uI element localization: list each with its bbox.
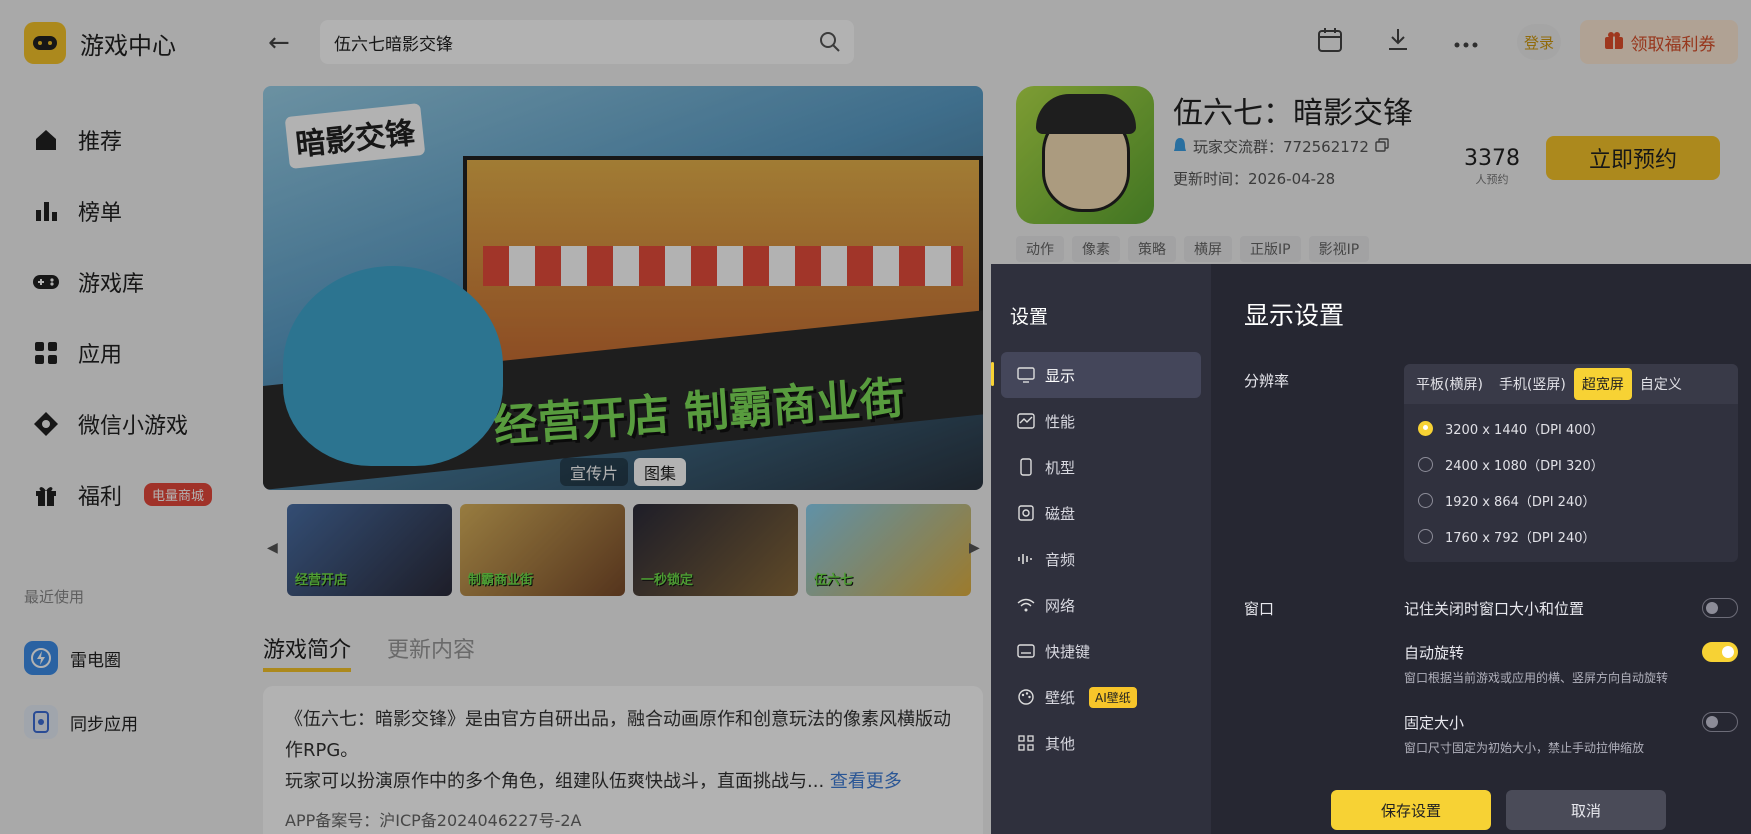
resolution-option[interactable]: 1920 x 864（DPI 240）: [1404, 482, 1738, 518]
disk-icon: [1017, 504, 1035, 522]
radio[interactable]: [1418, 492, 1433, 508]
remember-window-row: 记住关闭时窗口大小和位置: [1404, 598, 1738, 619]
settings-dialog: 设置 显示 性能 机型 磁盘 音频 网络 快捷键 壁纸 AI壁纸 其他 显示设置…: [991, 264, 1751, 834]
settings-tab-disk[interactable]: 磁盘: [1001, 490, 1201, 536]
radio[interactable]: [1418, 456, 1433, 472]
keyboard-icon: [1017, 642, 1035, 660]
phone-icon: [1017, 458, 1035, 476]
remember-window-toggle[interactable]: [1702, 598, 1738, 618]
settings-nav-list: 显示 性能 机型 磁盘 音频 网络 快捷键 壁纸 AI壁纸 其他: [991, 352, 1201, 766]
res-tab-phone[interactable]: 手机(竖屏): [1491, 368, 1574, 400]
resolution-tabs: 平板(横屏) 手机(竖屏) 超宽屏 自定义: [1404, 364, 1738, 404]
resolution-option[interactable]: 1760 x 792（DPI 240）: [1404, 518, 1738, 554]
resolution-option[interactable]: 2400 x 1080（DPI 320）: [1404, 446, 1738, 482]
monitor-icon: [1017, 366, 1035, 384]
cancel-button[interactable]: 取消: [1506, 790, 1666, 830]
radio-selected[interactable]: [1418, 420, 1433, 436]
fixed-size-toggle[interactable]: [1702, 712, 1738, 732]
grid-icon: [1017, 734, 1035, 752]
resolution-label: 分辨率: [1244, 372, 1290, 390]
display-settings-title: 显示设置: [1244, 301, 1345, 330]
settings-title: 设置: [1010, 306, 1049, 328]
palette-icon: [1017, 688, 1035, 706]
fixed-size-row: 固定大小 窗口尺寸固定为初始大小，禁止手动拉伸缩放: [1404, 712, 1738, 756]
save-settings-button[interactable]: 保存设置: [1331, 790, 1491, 830]
settings-tab-network[interactable]: 网络: [1001, 582, 1201, 628]
settings-nav: 设置 显示 性能 机型 磁盘 音频 网络 快捷键 壁纸 AI壁纸 其他: [991, 264, 1211, 834]
settings-tab-display[interactable]: 显示: [991, 352, 1201, 398]
auto-rotate-row: 自动旋转 窗口根据当前游戏或应用的横、竖屏方向自动旋转: [1404, 642, 1738, 686]
wifi-icon: [1017, 596, 1035, 614]
res-tab-ultrawide[interactable]: 超宽屏: [1573, 368, 1632, 400]
performance-icon: [1017, 412, 1035, 430]
window-label: 窗口: [1244, 600, 1275, 618]
settings-tab-shortcuts[interactable]: 快捷键: [1001, 628, 1201, 674]
radio[interactable]: [1418, 528, 1433, 544]
res-tab-custom[interactable]: 自定义: [1632, 368, 1690, 400]
settings-tab-performance[interactable]: 性能: [1001, 398, 1201, 444]
ai-wallpaper-badge: AI壁纸: [1089, 686, 1137, 708]
settings-tab-wallpaper[interactable]: 壁纸 AI壁纸: [1001, 674, 1201, 720]
settings-tab-audio[interactable]: 音频: [1001, 536, 1201, 582]
settings-tab-other[interactable]: 其他: [1001, 720, 1201, 766]
resolution-panel: 平板(横屏) 手机(竖屏) 超宽屏 自定义 3200 x 1440（DPI 40…: [1404, 364, 1738, 562]
audio-icon: [1017, 550, 1035, 568]
res-tab-tablet[interactable]: 平板(横屏): [1408, 368, 1491, 400]
resolution-option[interactable]: 3200 x 1440（DPI 400）: [1404, 410, 1738, 446]
resolution-options: 3200 x 1440（DPI 400） 2400 x 1080（DPI 320…: [1404, 404, 1738, 554]
settings-tab-device-model[interactable]: 机型: [1001, 444, 1201, 490]
auto-rotate-toggle[interactable]: [1702, 642, 1738, 662]
